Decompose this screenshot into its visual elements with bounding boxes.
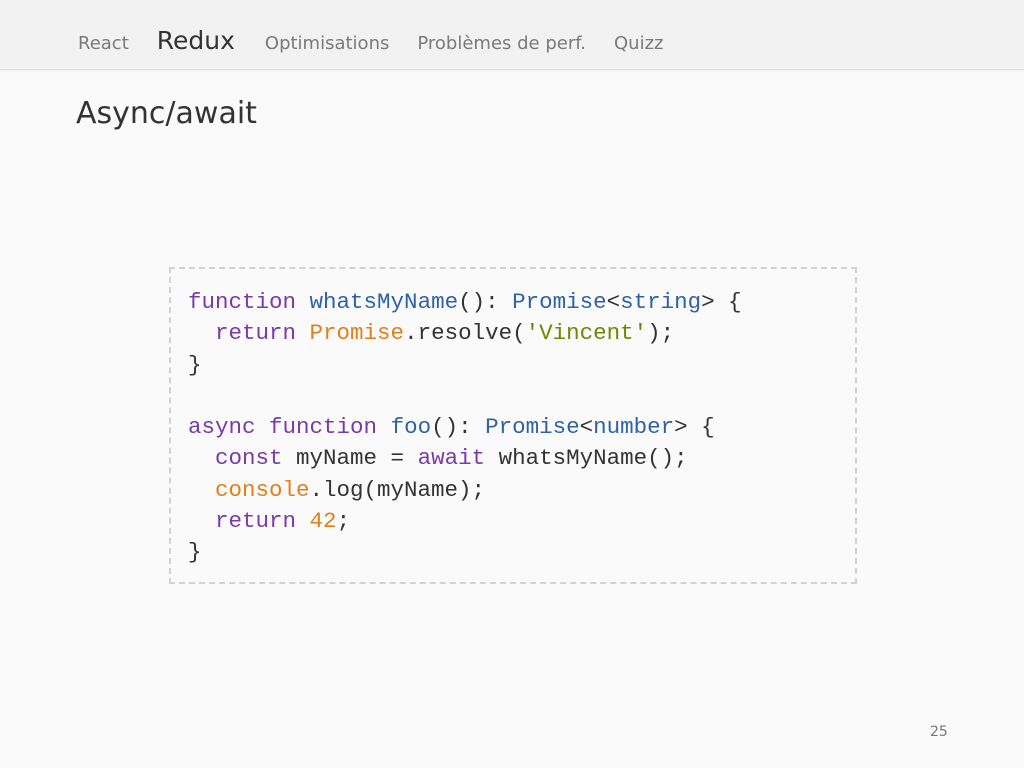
code-token: Promise (512, 289, 607, 315)
code-line: async function foo(): Promise<number> { (188, 412, 742, 443)
code-token: return (215, 320, 297, 347)
code-token: myName = (282, 445, 418, 472)
code-block: function whatsMyName(): Promise<string> … (169, 267, 857, 584)
code-token: < (579, 414, 594, 441)
top-navigation-bar: React Redux Optimisations Problèmes de p… (0, 0, 1024, 70)
code-token: (): (458, 289, 513, 315)
code-token: Promise (485, 414, 580, 441)
code-token: Promise (309, 320, 405, 347)
code-token: 'Vincent' (525, 320, 648, 347)
code-line: function whatsMyName(): Promise<string> … (188, 287, 742, 318)
code-token: } (188, 539, 202, 566)
nav-item-problemes-de-perf[interactable]: Problèmes de perf. (417, 33, 586, 54)
code-token: const (215, 445, 283, 472)
code-token: foo (390, 414, 432, 441)
code-token: await (417, 445, 486, 472)
code-token: function (188, 289, 297, 315)
code-token: < (606, 289, 621, 315)
code-listing: function whatsMyName(): Promise<string> … (188, 287, 742, 569)
code-token: whatsMyName(); (485, 445, 688, 472)
code-token: return (215, 508, 297, 535)
nav-item-react[interactable]: React (78, 33, 129, 54)
code-line: } (188, 350, 742, 381)
slide-title: Async/await (76, 96, 257, 131)
code-token: (): (431, 414, 486, 441)
code-line: const myName = await whatsMyName(); (188, 443, 742, 474)
code-token: .resolve( (404, 320, 526, 347)
code-line: return 42; (188, 506, 742, 537)
code-token: console (215, 476, 310, 503)
code-token: 42 (309, 508, 337, 535)
code-token: function (269, 414, 378, 441)
section-nav: React Redux Optimisations Problèmes de p… (78, 26, 691, 55)
code-token: ); (647, 320, 675, 347)
code-token: > { (701, 289, 742, 315)
code-line: console.log(myName); (188, 475, 742, 506)
code-line: return Promise.resolve('Vincent'); (188, 318, 742, 349)
code-token: > { (674, 414, 715, 441)
nav-item-optimisations[interactable]: Optimisations (265, 33, 389, 54)
code-token: number (593, 414, 675, 441)
nav-item-quizz[interactable]: Quizz (614, 33, 663, 54)
code-token: async (188, 414, 256, 441)
code-token: } (188, 351, 202, 378)
code-token: string (620, 289, 702, 315)
nav-item-redux[interactable]: Redux (157, 26, 235, 55)
code-token: .log(myName); (309, 476, 486, 503)
code-line: } (188, 537, 742, 568)
code-token: ; (336, 508, 351, 535)
code-token: whatsMyName (309, 289, 459, 315)
page-number: 25 (930, 724, 948, 740)
